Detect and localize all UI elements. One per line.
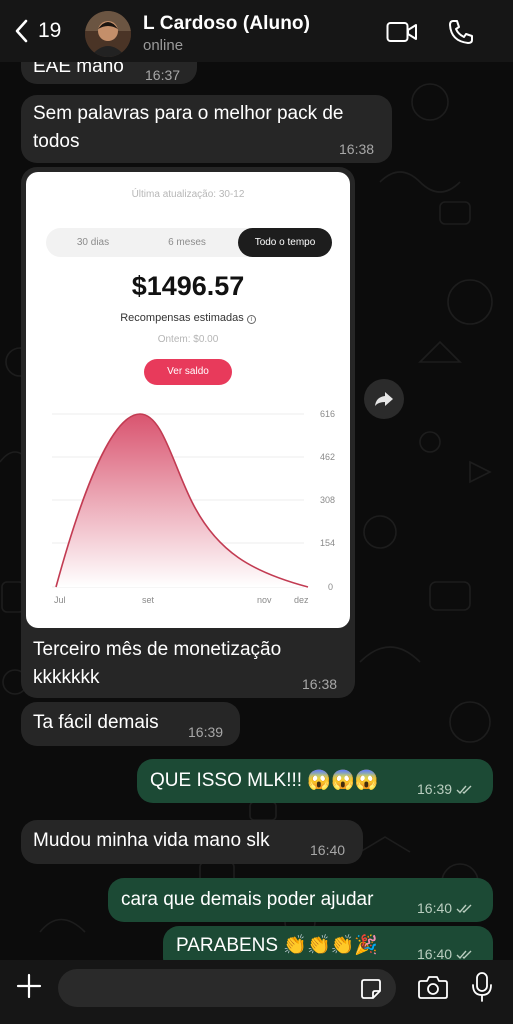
message-time: 16:38 [302, 676, 338, 692]
share-arrow-icon [375, 392, 393, 406]
rewards-label: Recompensas estimadas i [26, 312, 350, 324]
last-update-label: Última atualização: 30-12 [131, 189, 245, 200]
camera-icon [418, 976, 448, 999]
microphone-icon [472, 972, 492, 1002]
video-camera-icon [386, 22, 417, 42]
chevron-left-icon [15, 19, 28, 43]
tab-6-months: 6 meses [168, 237, 206, 248]
x-tick: set [142, 595, 155, 605]
message-time: 16:40 [417, 900, 474, 916]
double-check-icon [456, 904, 472, 914]
y-tick: 308 [320, 495, 335, 505]
amount-value: $1496.57 [131, 271, 245, 301]
sticker-icon [361, 979, 381, 999]
message-incoming[interactable]: Ta fácil demais 16:39 [21, 702, 240, 746]
x-tick: nov [257, 595, 272, 605]
attach-button[interactable] [16, 973, 42, 1004]
message-time: 16:40 [310, 842, 346, 858]
message-time: 16:39 [417, 781, 474, 797]
voice-call-button[interactable] [448, 19, 474, 50]
message-text: cara que demais poder ajudar [121, 889, 374, 910]
forward-button[interactable] [364, 379, 404, 419]
plus-icon [16, 973, 42, 999]
composer-bar [0, 960, 513, 1024]
tab-all-time: Todo o tempo [238, 228, 332, 257]
message-text: PARABENS 👏👏👏🎉 [176, 935, 378, 956]
contact-name[interactable]: L Cardoso (Aluno) [143, 13, 310, 35]
y-tick: 154 [320, 538, 335, 548]
phone-icon [449, 20, 473, 44]
microphone-button[interactable] [471, 972, 493, 1007]
avatar[interactable] [85, 11, 131, 57]
message-text: Mudou minha vida mano slk [33, 830, 270, 851]
y-tick: 0 [328, 582, 333, 592]
info-icon: i [246, 315, 256, 324]
message-image[interactable]: Última atualização: 30-12 30 dias 6 mese… [21, 167, 355, 698]
message-time: 16:38 [339, 141, 375, 157]
message-input[interactable] [58, 969, 348, 1007]
message-text: QUE ISSO MLK!!! 😱😱😱 [150, 770, 379, 791]
y-tick: 616 [320, 409, 335, 419]
message-input-wrapper [58, 969, 396, 1007]
message-text: Ta fácil demais [33, 712, 159, 733]
back-button[interactable]: 19 [14, 19, 61, 43]
message-text: Sem palavras para o melhor pack de todos [33, 103, 344, 152]
avatar-image [85, 11, 131, 57]
x-tick: Jul [54, 595, 66, 605]
message-outgoing[interactable]: cara que demais poder ajudar 16:40 [108, 878, 493, 922]
sticker-button[interactable] [360, 978, 382, 1005]
unread-count: 19 [38, 19, 62, 42]
video-call-button[interactable] [386, 21, 418, 48]
period-tabs: 30 dias 6 meses Todo o tempo [46, 228, 332, 257]
tab-30-days: 30 dias [76, 237, 110, 248]
message-time: 16:39 [188, 724, 224, 740]
y-tick: 462 [320, 452, 335, 462]
message-outgoing[interactable]: QUE ISSO MLK!!! 😱😱😱 16:39 [137, 759, 493, 803]
chat-header: 19 L Cardoso (Aluno) online [0, 0, 513, 62]
earnings-chart: 616 462 308 154 0 Jul set nov dez [52, 409, 335, 605]
contact-status: online [143, 37, 184, 54]
see-balance-button: Ver saldo [144, 359, 232, 385]
double-check-icon [456, 785, 472, 795]
message-incoming[interactable]: Mudou minha vida mano slk 16:40 [21, 820, 363, 864]
shared-screenshot[interactable]: Última atualização: 30-12 30 dias 6 mese… [26, 172, 350, 628]
double-check-icon [456, 950, 472, 960]
camera-button[interactable] [418, 975, 448, 1004]
message-incoming[interactable]: Sem palavras para o melhor pack de todos… [21, 95, 392, 163]
today-label: Ontem: $0.00 [157, 334, 219, 345]
x-tick: dez [294, 595, 309, 605]
message-text: Terceiro mês de monetização kkkkkkk [33, 639, 282, 688]
message-time: 16:37 [145, 67, 181, 83]
